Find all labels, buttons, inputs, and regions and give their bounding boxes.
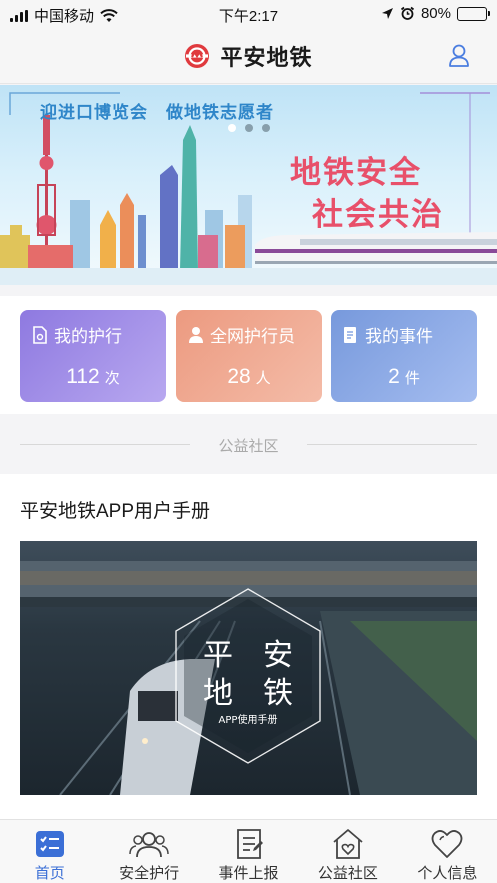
- promo-banner[interactable]: 迎进口博览会 做地铁志愿者 地铁安全 社会共治: [0, 85, 497, 285]
- home-checklist-icon: [35, 831, 64, 857]
- user-icon[interactable]: [445, 41, 473, 69]
- article-title[interactable]: 平安地铁APP用户手册: [20, 496, 210, 523]
- all-patrollers-card[interactable]: 全网护行员 28 人: [176, 310, 322, 402]
- location-arrow-icon: [381, 8, 393, 19]
- card-label: 我的事件: [365, 327, 433, 346]
- group-icon: [129, 832, 169, 858]
- tab-label: 首页: [34, 865, 65, 882]
- tab-community[interactable]: 公益社区: [298, 820, 397, 883]
- community-icon: [333, 829, 363, 859]
- banner-headline: 迎进口博览会 做地铁志愿者: [40, 103, 274, 122]
- section-divider: 公益社区: [0, 414, 497, 474]
- page-title: 平安地铁: [220, 45, 313, 70]
- tab-label: 安全护行: [119, 865, 180, 882]
- tab-label: 公益社区: [317, 865, 378, 882]
- stats-section: 我的护行 112 次 全网护行员 28 人 我的事件 2件: [0, 296, 497, 414]
- cover-text-line1: 平 安: [203, 638, 293, 673]
- section-title: 公益社区: [218, 438, 279, 455]
- document-icon: [33, 325, 47, 344]
- carousel-dot[interactable]: [262, 124, 270, 132]
- status-bar: 中国移动 下午2:17 80%: [0, 0, 497, 28]
- card-value: 2: [388, 365, 400, 388]
- status-right: 80%: [381, 5, 490, 22]
- tab-label: 个人信息: [417, 865, 478, 882]
- card-unit: 次: [104, 370, 120, 387]
- cover-text-line2: 地 铁: [203, 676, 293, 711]
- bottom-tab-bar: 首页 安全护行 事件上报 公益社区 个人信息: [0, 819, 497, 883]
- heart-icon: [431, 830, 463, 858]
- card-label: 我的护行: [54, 327, 122, 346]
- my-patrol-card[interactable]: 我的护行 112 次: [20, 310, 166, 402]
- carousel-dot[interactable]: [228, 124, 236, 132]
- article-card[interactable]: 平安地铁APP用户手册 平 安 地 铁 APP使用手册: [0, 474, 497, 819]
- tab-event-report[interactable]: 事件上报: [199, 820, 298, 883]
- report-icon: [236, 829, 263, 859]
- metro-logo-icon: [185, 44, 210, 68]
- tab-safety-patrol[interactable]: 安全护行: [99, 820, 198, 883]
- card-label: 全网护行员: [210, 327, 295, 346]
- cover-caption: APP使用手册: [219, 713, 278, 726]
- banner-slogan-line2: 社会共治: [312, 197, 444, 232]
- article-cover-image[interactable]: 平 安 地 铁 APP使用手册: [20, 541, 477, 795]
- list-icon: [344, 326, 356, 343]
- carousel-dots[interactable]: [228, 124, 270, 132]
- card-unit: 人: [255, 370, 271, 387]
- tab-profile[interactable]: 个人信息: [398, 820, 497, 883]
- nav-bar: 平安地铁: [0, 28, 497, 84]
- my-events-card[interactable]: 我的事件 2件: [331, 310, 477, 402]
- carousel-dot[interactable]: [245, 124, 253, 132]
- person-icon: [189, 326, 203, 343]
- tab-home[interactable]: 首页: [0, 820, 99, 883]
- card-value: 112: [66, 365, 100, 388]
- battery-percent: 80%: [420, 5, 451, 22]
- alarm-icon: [400, 6, 415, 20]
- tab-label: 事件上报: [218, 865, 279, 882]
- card-value: 28: [227, 365, 251, 388]
- cover-illustration: 平 安 地 铁 APP使用手册: [20, 561, 477, 795]
- card-unit: 件: [404, 370, 420, 387]
- banner-slogan-line1: 地铁安全: [290, 155, 422, 190]
- battery-icon: [457, 6, 490, 21]
